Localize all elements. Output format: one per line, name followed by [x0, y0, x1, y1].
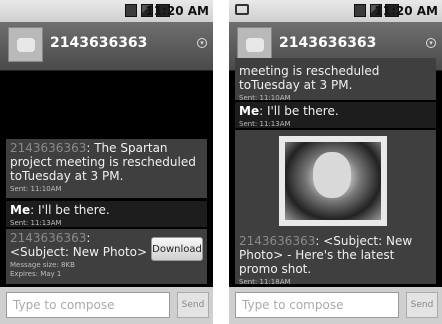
- message-body: Me: I'll be there.: [239, 104, 432, 118]
- person-photo: [285, 142, 381, 220]
- message-meta: Sent: 11:10AM: [10, 185, 62, 193]
- message-item[interactable]: Me: I'll be there. Sent: 11:13AM: [6, 201, 207, 227]
- chevron-down-icon[interactable]: ▾: [426, 38, 436, 48]
- status-bar: 11:20 AM: [229, 0, 442, 22]
- contact-avatar[interactable]: [237, 27, 272, 62]
- message-body: Me: I'll be there.: [10, 203, 203, 217]
- chevron-down-icon[interactable]: ▾: [197, 38, 207, 48]
- message-text: : I'll be there.: [30, 203, 110, 217]
- message-size: Message size: 8KB: [10, 261, 75, 269]
- compose-bar: Type to compose Send: [229, 287, 442, 324]
- signal-icon: [125, 4, 137, 17]
- contact-number: 2143636363: [50, 35, 148, 51]
- send-button[interactable]: Send: [177, 292, 209, 318]
- message-notification-icon: [235, 4, 249, 15]
- status-time: 11:20 AM: [145, 4, 209, 18]
- send-button[interactable]: Send: [406, 292, 438, 318]
- message-meta: Sent: 11:13AM: [10, 219, 62, 227]
- message-meta: Sent: 11:13AM: [239, 120, 291, 128]
- compose-input[interactable]: Type to compose: [6, 292, 170, 318]
- message-text: : I'll be there.: [259, 104, 339, 118]
- status-bar: 11:20 AM: [0, 0, 213, 22]
- message-item[interactable]: meeting is rescheduled toTuesday at 3 PM…: [235, 58, 436, 102]
- contact-number: 2143636363: [279, 35, 377, 51]
- conversation-header: 2143636363 ▾: [0, 22, 213, 71]
- message-sender: 2143636363: [239, 234, 316, 248]
- message-item[interactable]: 2143636363: The Spartan project meeting …: [6, 139, 207, 198]
- mms-message-item[interactable]: 2143636363: <Subject: New Photo> Message…: [6, 229, 207, 284]
- contact-avatar[interactable]: [8, 27, 43, 62]
- message-body: 2143636363: <Subject: New Photo>: [10, 231, 150, 259]
- message-meta: Sent: 11:18AM: [239, 278, 291, 286]
- download-button[interactable]: Download: [151, 237, 203, 261]
- phone-screen-right: 11:20 AM 2143636363 ▾ meeting is resched…: [229, 0, 442, 324]
- message-item[interactable]: Me: I'll be there. Sent: 11:13AM: [235, 102, 436, 128]
- compose-bar: Type to compose Send: [0, 287, 213, 324]
- message-expiry: Expires: May 1: [10, 270, 62, 278]
- compose-input[interactable]: Type to compose: [235, 292, 399, 318]
- message-sender: 2143636363: [10, 231, 87, 245]
- status-time: 11:20 AM: [374, 4, 438, 18]
- phone-screen-left: 11:20 AM 2143636363 ▾ 2143636363: The Sp…: [0, 0, 213, 324]
- message-body: 2143636363: The Spartan project meeting …: [10, 141, 203, 183]
- message-sender: Me: [10, 203, 31, 217]
- message-sender: 2143636363: [10, 141, 87, 155]
- message-body: 2143636363: <Subject: New Photo> - Here'…: [239, 234, 432, 276]
- message-text: meeting is rescheduled toTuesday at 3 PM…: [239, 64, 380, 92]
- photo-attachment[interactable]: [279, 136, 387, 226]
- message-sender: Me: [239, 104, 260, 118]
- signal-icon: [354, 4, 366, 17]
